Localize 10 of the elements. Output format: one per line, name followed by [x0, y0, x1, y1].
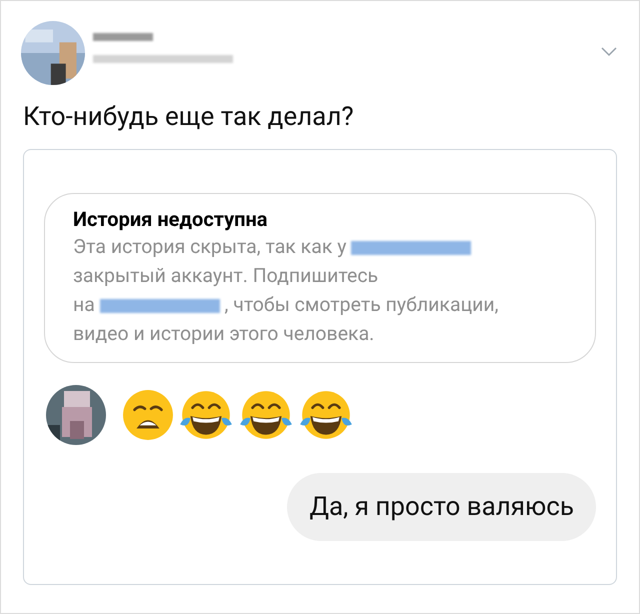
laughing-tears-face-icon: [298, 389, 354, 441]
notice-title: История недоступна: [73, 206, 268, 232]
notice-text: Эта история скрыта, так как у закрытый аккаунт. Подпишитесь на , чтобы смотреть публикации, видео и истории этого человека.: [73, 234, 500, 347]
tweet-text: Кто-нибудь еще так делал?: [23, 101, 355, 133]
weary-face-icon: [122, 389, 174, 441]
laughing-tears-face-icon: [178, 389, 234, 441]
chevron-down-icon[interactable]: [601, 47, 617, 57]
reply-bubble: Да, я просто валяюсь: [287, 473, 596, 541]
blurred-name: [93, 33, 153, 41]
laughing-tears-face-icon: [238, 389, 294, 441]
